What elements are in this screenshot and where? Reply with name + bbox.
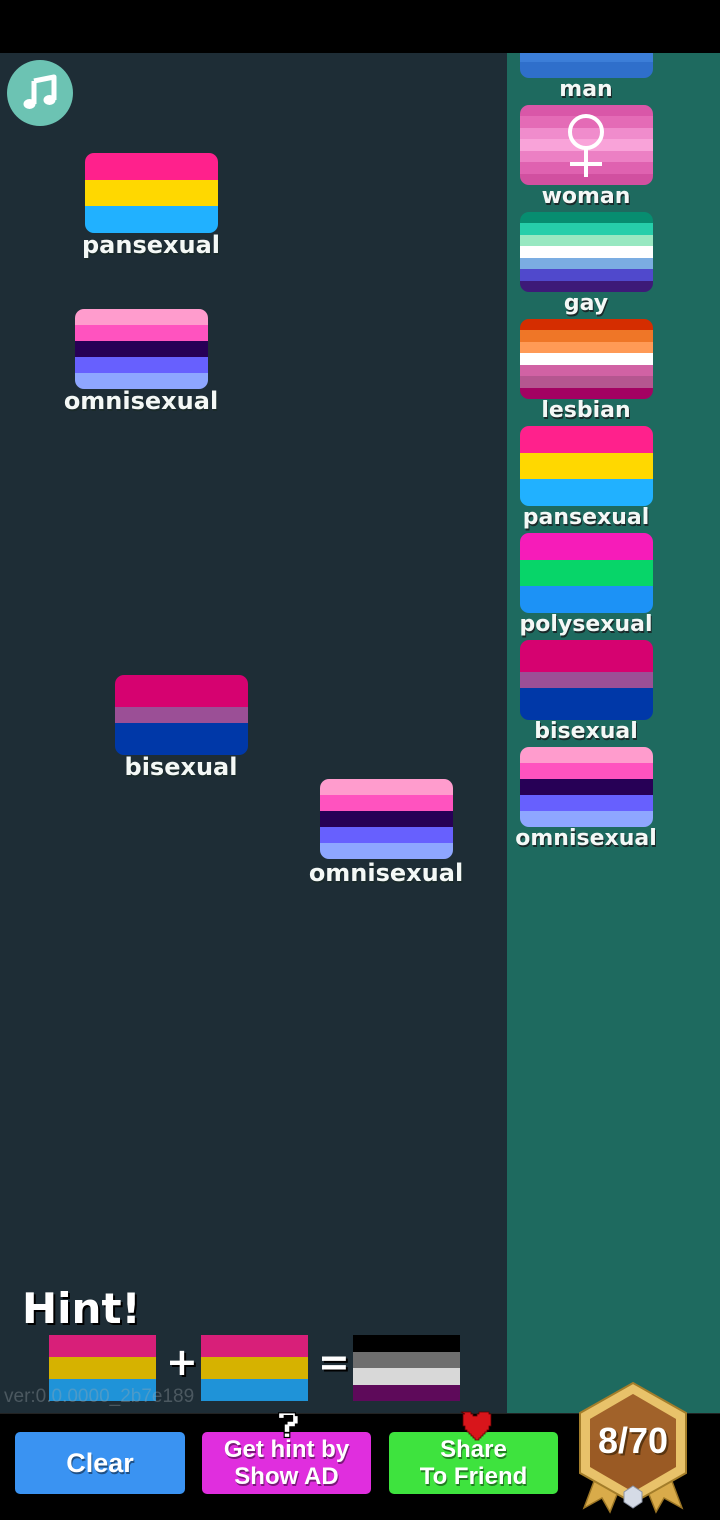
- flag-stripe: [85, 153, 218, 180]
- element-label: bisexual: [124, 753, 238, 781]
- flag-stripe: [49, 1335, 156, 1357]
- flag-stripe: [520, 672, 653, 688]
- clear-button-label: Clear: [66, 1447, 134, 1478]
- flag-stripe: [520, 533, 653, 560]
- inventory-item-label: omnisexual: [515, 826, 657, 851]
- flag-stripe: [520, 747, 653, 763]
- flag-stripe: [75, 309, 208, 325]
- flag-stripe: [75, 325, 208, 341]
- flag-stripe: [115, 707, 248, 723]
- flag-stripe: [520, 257, 653, 270]
- version-label: ver:0.0.0000_2b7e189: [4, 1386, 195, 1407]
- element-inventory-panel[interactable]: man woman gay lesbian pansexual polysexual bis…: [507, 53, 720, 1415]
- flag-stripe: [85, 179, 218, 207]
- flag-image: [520, 105, 653, 185]
- flag-image: [520, 212, 653, 292]
- progress-counter: 8/70: [597, 1420, 669, 1461]
- flag-image: [520, 53, 653, 78]
- inventory-item-label: lesbian: [541, 398, 631, 423]
- flag-stripe: [520, 212, 653, 224]
- flag-stripe: [520, 704, 653, 720]
- hint-plus-sign: +: [166, 1340, 198, 1384]
- flag-image: [85, 153, 218, 233]
- flag-stripe: [353, 1368, 460, 1385]
- flag-stripe: [520, 452, 653, 480]
- flag-stripe: [353, 1384, 460, 1401]
- flag-stripe: [201, 1335, 308, 1357]
- flag-stripe: [520, 376, 653, 388]
- element-label: omnisexual: [63, 387, 219, 415]
- flag-image: [75, 309, 208, 389]
- flag-stripe: [320, 827, 453, 843]
- element-label: omnisexual: [308, 859, 464, 887]
- flag-stripe: [115, 723, 248, 739]
- inventory-item-label: bisexual: [534, 719, 638, 744]
- flag-stripe: [320, 779, 453, 795]
- flag-stripe: [520, 795, 653, 811]
- get-hint-button[interactable]: Get hint by Show AD: [202, 1432, 371, 1494]
- flag-stripe: [320, 795, 453, 811]
- flag-stripe: [520, 330, 653, 342]
- hint-equals-sign: =: [318, 1340, 350, 1384]
- heart-icon: [460, 1411, 492, 1441]
- flag-stripe: [520, 234, 653, 247]
- share-button-label-line2: To Friend: [419, 1463, 528, 1490]
- flag-stripe: [520, 426, 653, 453]
- flag-stripe: [520, 364, 653, 377]
- flag-stripe: [520, 246, 653, 258]
- flag-stripe: [353, 1351, 460, 1368]
- status-bar: [0, 0, 720, 53]
- flag-stripe: [320, 843, 453, 859]
- inventory-item-label: pansexual: [522, 505, 650, 530]
- flag-image: [520, 533, 653, 613]
- flag-stripe: [520, 640, 653, 656]
- inventory-item-label: man: [559, 77, 613, 102]
- flag-stripe: [85, 206, 218, 233]
- flag-image: [520, 426, 653, 506]
- flag-stripe: [520, 811, 653, 827]
- inventory-item-label: polysexual: [519, 612, 653, 637]
- flag-image: [115, 675, 248, 755]
- flag-stripe: [520, 319, 653, 331]
- music-toggle-button[interactable]: [7, 60, 73, 126]
- question-mark-icon: [278, 1412, 299, 1438]
- hint-button-label-line2: Show AD: [234, 1463, 339, 1490]
- flag-stripe: [115, 691, 248, 707]
- clear-button[interactable]: Clear: [15, 1432, 185, 1494]
- element-label: pansexual: [81, 231, 220, 259]
- flag-stripe: [75, 341, 208, 357]
- music-note-icon: [23, 74, 57, 109]
- male-symbol-icon: [520, 53, 653, 78]
- flag-stripe: [201, 1379, 308, 1401]
- female-symbol-icon: [568, 114, 604, 177]
- hint-button-label-line1: Get hint by: [223, 1436, 350, 1463]
- flag-stripe: [320, 811, 453, 827]
- flag-stripe: [201, 1357, 308, 1379]
- flag-image: [520, 747, 653, 827]
- inventory-item-label: gay: [563, 291, 609, 316]
- hint-ingredient-right-flag: [201, 1335, 308, 1401]
- flag-stripe: [115, 675, 248, 691]
- flag-stripe: [520, 223, 653, 235]
- flag-stripe: [353, 1335, 460, 1352]
- flag-stripe: [520, 688, 653, 704]
- flag-stripe: [520, 353, 653, 365]
- flag-stripe: [75, 357, 208, 373]
- hint-result-flag: [353, 1335, 460, 1401]
- flag-stripe: [520, 479, 653, 506]
- flag-stripe: [520, 779, 653, 795]
- flag-stripe: [520, 656, 653, 672]
- flag-image: [520, 640, 653, 720]
- flag-stripe: [520, 269, 653, 281]
- flag-stripe: [520, 341, 653, 354]
- flag-image: [320, 779, 453, 859]
- inventory-item-label: woman: [541, 184, 631, 209]
- hint-title: Hint!: [22, 1284, 141, 1333]
- flag-stripe: [49, 1357, 156, 1379]
- flag-stripe: [520, 763, 653, 779]
- flag-stripe: [520, 586, 653, 613]
- flag-stripe: [520, 559, 653, 587]
- flag-image: [520, 319, 653, 399]
